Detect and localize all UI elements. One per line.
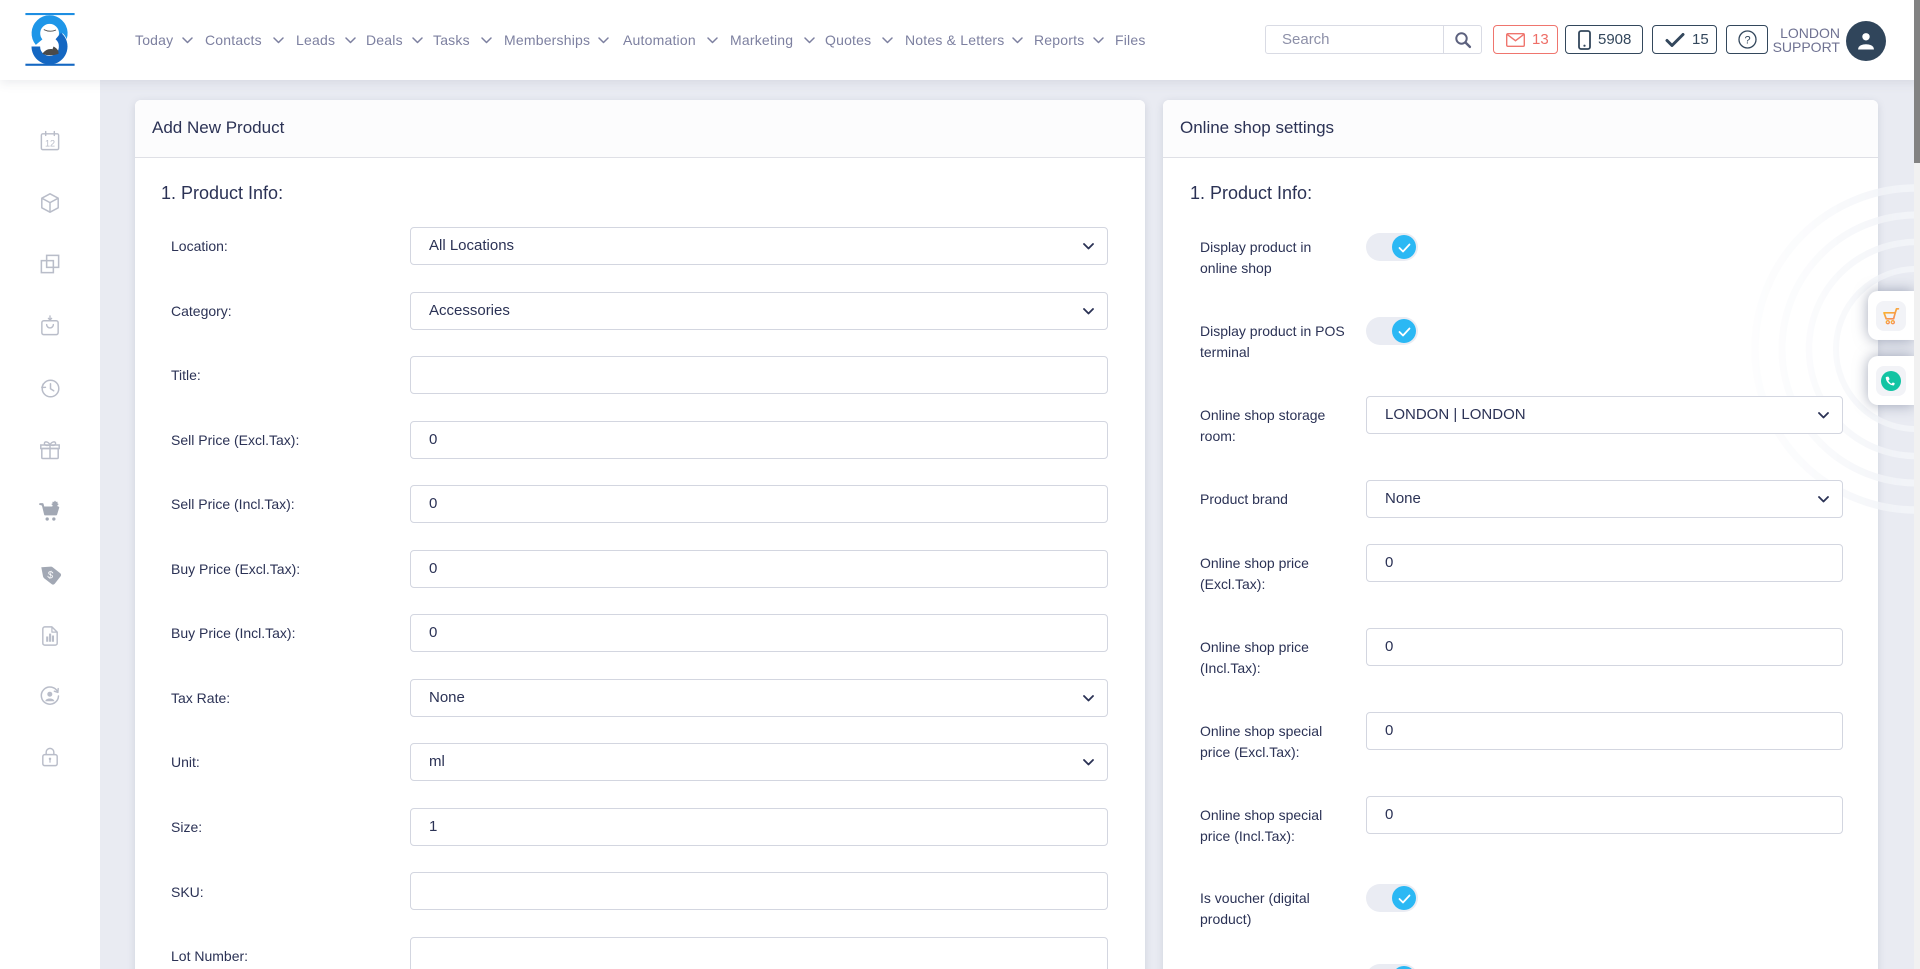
svg-text:12: 12	[45, 139, 55, 149]
